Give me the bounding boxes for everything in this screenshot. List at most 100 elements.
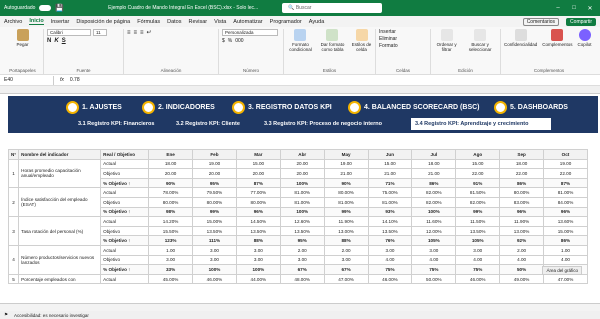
cell-value[interactable]: 15.00% <box>543 225 588 237</box>
name-box[interactable]: E40 <box>4 75 54 85</box>
header-month[interactable]: Ene <box>148 149 194 160</box>
cell-value[interactable]: 13.50% <box>279 225 325 237</box>
header-month[interactable]: Abr <box>279 149 325 160</box>
cell-value[interactable]: 95% <box>192 177 237 189</box>
underline-icon[interactable]: S <box>62 38 66 44</box>
cell-value[interactable]: 15.00 <box>455 158 501 170</box>
cell-value[interactable]: 100% <box>279 177 325 189</box>
menu-datos[interactable]: Datos <box>167 19 181 25</box>
cell-value[interactable]: 20.00 <box>279 168 325 179</box>
cell-value[interactable]: 78.00% <box>148 187 194 198</box>
cell-value[interactable]: 96% <box>499 206 545 218</box>
line-type[interactable]: Objetivo <box>100 225 150 237</box>
cell-value[interactable]: 18.00 <box>499 158 545 170</box>
cell-value[interactable]: 3.00 <box>367 244 413 256</box>
thousands-icon[interactable]: 000 <box>235 38 243 44</box>
cell-value[interactable]: 3.00 <box>192 244 237 256</box>
formula-input[interactable]: 0.78 <box>70 77 80 83</box>
cell-value[interactable]: 82.00% <box>455 196 501 208</box>
cell-value[interactable]: 20.00 <box>279 158 325 170</box>
cell-value[interactable]: 71% <box>367 177 413 189</box>
cell-value[interactable]: 13.00% <box>323 225 369 237</box>
font-name-select[interactable]: Calibri <box>47 29 91 36</box>
cell-value[interactable]: 2.00 <box>323 244 369 256</box>
accessibility-icon[interactable]: ⚑ <box>4 312 8 318</box>
indicator-number[interactable]: 2 <box>7 187 20 218</box>
font-size-select[interactable]: 11 <box>93 29 107 36</box>
line-type[interactable]: % Objetivo ↑ <box>100 206 150 218</box>
cell-value[interactable]: 100% <box>235 264 281 275</box>
cell-value[interactable]: 76% <box>367 235 413 246</box>
cell-value[interactable]: 11.90% <box>323 216 369 227</box>
cell-value[interactable]: 3.00 <box>455 244 501 256</box>
cell-value[interactable]: 105% <box>455 235 501 246</box>
cell-value[interactable]: 3.00 <box>411 244 457 256</box>
cell-value[interactable]: 14.20% <box>148 216 194 227</box>
cell-value[interactable]: 14.50% <box>235 216 281 227</box>
cell-value[interactable]: 83.00% <box>499 196 545 208</box>
cell-value[interactable]: 44.00% <box>235 273 281 285</box>
cell-value[interactable]: 4.00 <box>499 254 545 266</box>
cell-value[interactable]: 80.00% <box>192 196 237 208</box>
cell-value[interactable]: 21.00 <box>367 168 413 179</box>
line-type[interactable]: Objetivo <box>100 196 150 208</box>
cell-value[interactable]: 100% <box>279 206 325 218</box>
line-type[interactable]: Actual <box>100 158 150 170</box>
cell-value[interactable]: 48.00% <box>279 273 325 285</box>
cell-value[interactable]: 21.00 <box>323 168 369 179</box>
cell-value[interactable]: 79.50% <box>192 187 237 198</box>
nav-tab-bsc[interactable]: 4. BALANCED SCORECARD (BSC) <box>348 100 480 114</box>
cell-value[interactable]: 96% <box>235 206 281 218</box>
nav-tab-ajustes[interactable]: 1. AJUSTES <box>66 100 122 114</box>
cell-value[interactable]: 46.00% <box>192 273 237 285</box>
cell-value[interactable]: 12.00% <box>411 225 457 237</box>
share-button[interactable]: Compartir <box>566 17 596 26</box>
cell-value[interactable]: 123% <box>148 235 194 246</box>
menu-disposicion[interactable]: Disposición de página <box>76 19 130 25</box>
menu-programador[interactable]: Programador <box>270 19 302 25</box>
menu-formulas[interactable]: Fórmulas <box>137 19 160 25</box>
cell-value[interactable]: 100% <box>192 264 237 275</box>
cell-value[interactable]: 86% <box>499 177 545 189</box>
cell-value[interactable]: 13.50% <box>455 225 501 237</box>
format-button[interactable]: Formato <box>379 43 427 49</box>
subtab-proceso[interactable]: 3.3 Registro KPI: Proceso de negocio int… <box>264 118 408 130</box>
autosave-toggle[interactable] <box>39 5 52 11</box>
cell-value[interactable]: 22.00 <box>543 168 588 179</box>
cell-value[interactable]: 84.00% <box>543 196 588 208</box>
cell-value[interactable]: 100% <box>411 206 457 218</box>
cell-value[interactable]: 46.00% <box>367 273 413 285</box>
menu-insertar[interactable]: Insertar <box>51 19 70 25</box>
header-month[interactable]: Oct <box>543 149 588 160</box>
cell-value[interactable]: 15.00 <box>235 158 281 170</box>
cell-value[interactable]: 90% <box>148 177 194 189</box>
nav-tab-dashboards[interactable]: 5. DASHBOARDS <box>494 100 568 114</box>
align-center-icon[interactable]: ≡ <box>134 30 138 36</box>
cell-value[interactable]: 3.00 <box>235 254 281 266</box>
cell-value[interactable]: 13.50% <box>367 225 413 237</box>
close-icon[interactable]: ✕ <box>584 5 596 12</box>
line-type[interactable]: Objetivo <box>100 168 150 179</box>
cell-value[interactable]: 88% <box>235 235 281 246</box>
menu-vista[interactable]: Vista <box>214 19 226 25</box>
cell-value[interactable]: 12.60% <box>279 216 325 227</box>
cell-value[interactable]: 46.00% <box>455 273 501 285</box>
cell-value[interactable]: 93% <box>367 206 413 218</box>
save-icon[interactable]: 💾 <box>55 4 64 12</box>
cell-value[interactable]: 13.60% <box>543 216 588 227</box>
cell-value[interactable]: 80.00% <box>499 187 545 198</box>
align-left-icon[interactable]: ≡ <box>127 30 131 36</box>
delete-button[interactable]: Eliminar <box>379 36 427 42</box>
cell-value[interactable]: 11.50% <box>455 216 501 227</box>
wrap-text-icon[interactable]: ↵ <box>147 29 152 36</box>
cell-value[interactable]: 96% <box>543 206 588 218</box>
fx-icon[interactable]: fx <box>60 77 64 83</box>
cell-value[interactable]: 13.00% <box>499 225 545 237</box>
cell-value[interactable]: 67% <box>279 264 325 275</box>
bold-icon[interactable]: N <box>47 38 51 44</box>
comments-button[interactable]: Comentarios <box>522 17 560 26</box>
align-right-icon[interactable]: ≡ <box>140 30 144 36</box>
cell-value[interactable]: 81.00% <box>543 187 588 198</box>
cell-value[interactable]: 75% <box>367 264 413 275</box>
header-num[interactable]: N° <box>7 149 20 160</box>
